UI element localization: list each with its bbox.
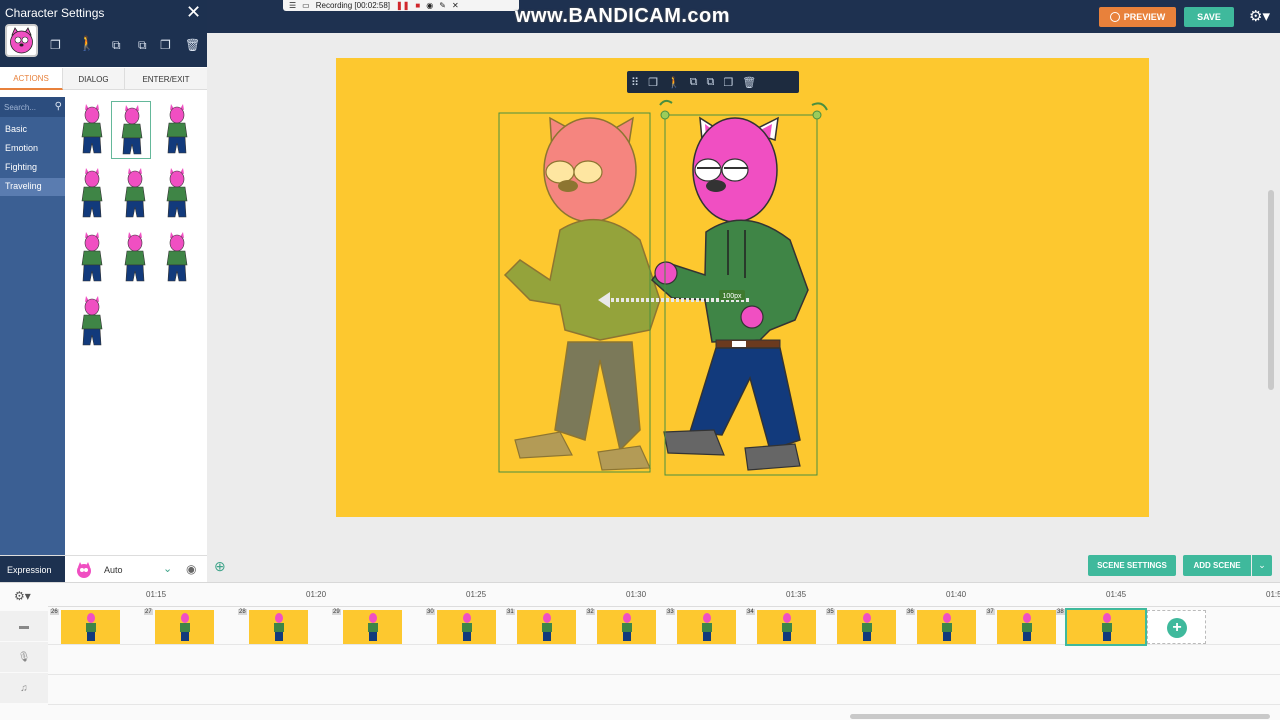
scene-number: 27 (144, 609, 153, 615)
audio-track (48, 645, 1280, 675)
add-scene-dropdown[interactable]: ⌄ (1252, 555, 1272, 576)
add-scene-slot[interactable]: + (1147, 610, 1206, 644)
scene-clip[interactable] (837, 610, 896, 644)
scene-number: 34 (746, 609, 755, 615)
floating-toolbar: ⠿ ❐ 🚶 ⧉ ⧉ ❐ 🗑 (627, 71, 799, 93)
layer-front-icon[interactable]: ⧉ (707, 76, 715, 89)
scene-clip[interactable] (343, 610, 402, 644)
scene-number: 29 (332, 609, 341, 615)
scene-number: 30 (426, 609, 435, 615)
timeline-gear-icon[interactable]: ⚙▾ (14, 589, 31, 603)
scene-number: 33 (666, 609, 675, 615)
timeline-tick-label: 01:15 (146, 590, 167, 599)
drag-handle-icon[interactable]: ⠿ (631, 76, 639, 89)
plus-icon: + (1167, 618, 1187, 638)
scene-clip[interactable] (917, 610, 976, 644)
scene-clip[interactable] (1065, 608, 1147, 646)
rotate-arrow-right[interactable] (811, 102, 828, 111)
scene-number: 26 (50, 609, 59, 615)
scene-clip[interactable] (677, 610, 736, 644)
scene-number: 35 (826, 609, 835, 615)
camera-track-icon: ▬ (0, 611, 48, 641)
timeline-tick-label: 01:20 (306, 590, 327, 599)
trash-icon[interactable]: 🗑 (742, 76, 756, 89)
ghost-character[interactable] (503, 116, 661, 471)
music-track-icon: ♫ (0, 673, 48, 703)
scene-clip[interactable] (249, 610, 308, 644)
scene-clip[interactable] (997, 610, 1056, 644)
distance-label: 100px (722, 293, 742, 300)
timeline-tick-label: 01:25 (466, 590, 487, 599)
scene-clip[interactable] (517, 610, 576, 644)
scene-clip[interactable] (437, 610, 496, 644)
scene-clip[interactable] (597, 610, 656, 644)
scene-number: 32 (586, 609, 595, 615)
scene-clip[interactable] (155, 610, 214, 644)
timeline-tick-label: 01:5 (1266, 590, 1280, 599)
timeline-tick-label: 01:40 (946, 590, 967, 599)
timeline-tick-label: 01:30 (626, 590, 647, 599)
scene-number: 37 (986, 609, 995, 615)
mic-track-icon: 🎙 (0, 642, 48, 672)
layer-back-icon[interactable]: ⧉ (690, 76, 698, 89)
rotate-handle-left[interactable] (660, 110, 670, 120)
add-scene-button[interactable]: ADD SCENE (1183, 555, 1251, 576)
music-track (48, 675, 1280, 705)
duplicate-icon[interactable]: ❐ (723, 76, 733, 89)
scene-settings-button[interactable]: SCENE SETTINGS (1088, 555, 1176, 576)
scene-number: 28 (238, 609, 247, 615)
timeline: ⚙▾ 01:15 01:20 01:25 01:30 01:35 01:40 01:45 01… (0, 582, 1280, 720)
copy-icon[interactable]: ❐ (648, 76, 658, 89)
scene-number: 36 (906, 609, 915, 615)
scene-clip[interactable] (61, 610, 120, 644)
scene-number: 31 (506, 609, 515, 615)
timeline-tick-label: 01:35 (786, 590, 807, 599)
walk-action-icon[interactable]: 🚶 (667, 76, 681, 89)
rotate-handle-right[interactable] (812, 110, 822, 120)
rotate-arrow-left[interactable] (659, 99, 673, 106)
timeline-tick-label: 01:45 (1106, 590, 1127, 599)
scene-number: 38 (1056, 609, 1065, 615)
scene-clip[interactable] (757, 610, 816, 644)
timeline-ruler[interactable]: 01:15 01:20 01:25 01:30 01:35 01:40 01:45 01:5 (48, 583, 1280, 607)
horizontal-scrollbar[interactable] (850, 714, 1270, 719)
